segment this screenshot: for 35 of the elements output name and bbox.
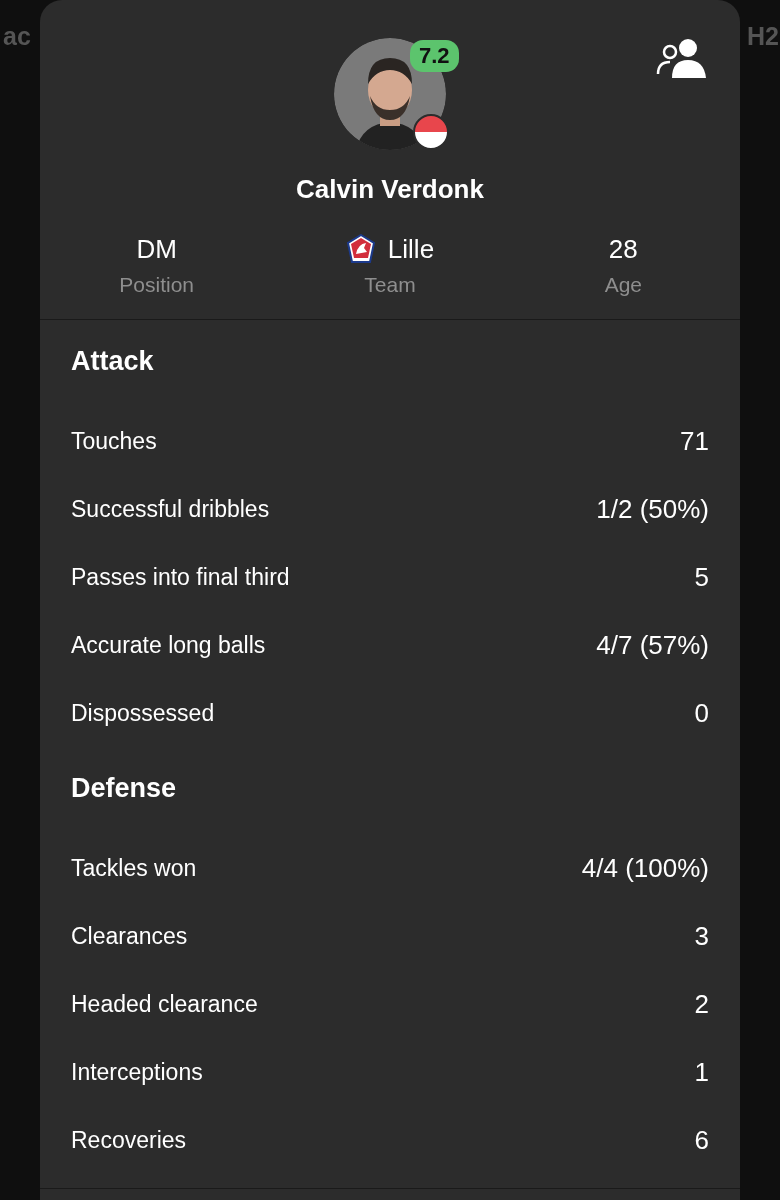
info-value: DM (136, 233, 177, 265)
stat-value: 2 (694, 988, 709, 1020)
background-tab[interactable]: H2 (747, 22, 779, 51)
stat-label: Recoveries (71, 1126, 187, 1154)
info-label: Age (604, 273, 642, 297)
stat-value: 5 (694, 561, 709, 593)
stat-value: 1/2 (50%) (596, 493, 709, 525)
stat-value: 1 (694, 1056, 709, 1088)
info-value: Lille (387, 233, 435, 265)
stat-label: Passes into final third (71, 563, 290, 591)
stat-label: Accurate long balls (71, 631, 266, 659)
info-value: 28 (608, 233, 638, 265)
rating-badge: 7.2 (410, 40, 459, 72)
stat-label: Interceptions (71, 1058, 203, 1086)
info-label: Position (119, 273, 194, 297)
stat-value: 4/4 (100%) (581, 852, 709, 884)
info-label: Team (364, 273, 416, 297)
flag-icon (413, 114, 449, 150)
section-title: Attack (71, 345, 155, 378)
stat-value: 71 (680, 425, 709, 457)
stat-label: Tackles won (71, 854, 197, 882)
player-name: Calvin Verdonk (296, 174, 484, 205)
stat-label: Touches (71, 427, 157, 455)
stat-value: 4/7 (57%) (596, 629, 709, 661)
team-crest-icon (345, 234, 376, 264)
compare-players-icon[interactable] (656, 38, 708, 78)
stat-label: Headed clearance (71, 990, 258, 1018)
stat-label: Clearances (71, 922, 188, 950)
stat-label: Successful dribbles (71, 495, 270, 523)
section-title: Defense (71, 772, 178, 805)
background-tab[interactable]: ac (3, 22, 31, 51)
stat-label: Dispossessed (71, 699, 215, 727)
stat-value: 0 (694, 697, 709, 729)
stat-value: 6 (694, 1124, 709, 1156)
stat-value: 3 (694, 920, 709, 952)
